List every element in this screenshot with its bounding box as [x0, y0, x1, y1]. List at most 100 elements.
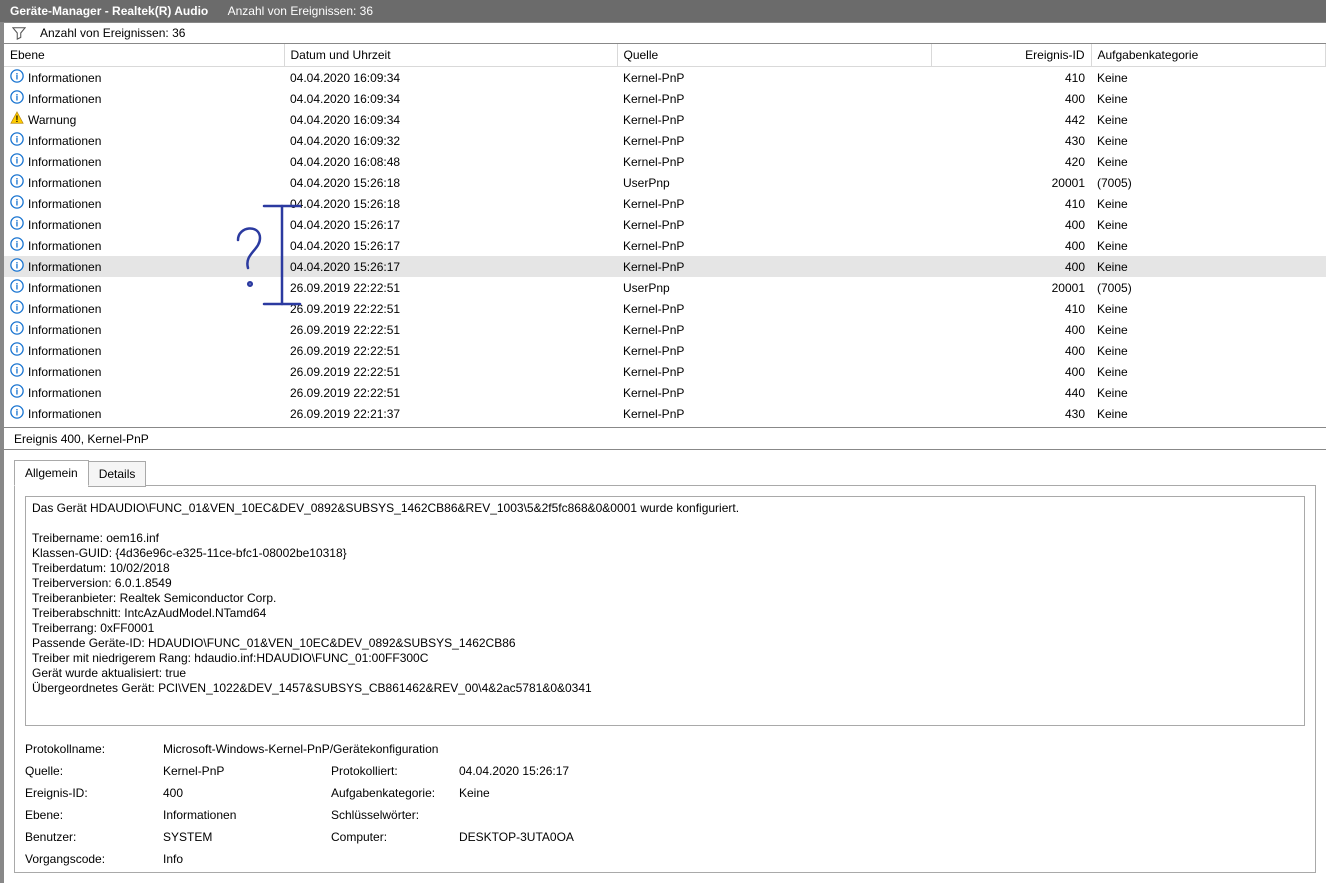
- col-header-level[interactable]: Ebene: [4, 44, 284, 67]
- cell-source: Kernel-PnP: [617, 319, 931, 340]
- cell-eventid: 400: [931, 88, 1091, 109]
- meta-eventid-value: 400: [163, 786, 323, 800]
- cell-source: Kernel-PnP: [617, 214, 931, 235]
- info-icon: i: [10, 216, 24, 233]
- info-icon: i: [10, 153, 24, 170]
- cell-category: Keine: [1091, 193, 1326, 214]
- info-icon: i: [10, 69, 24, 86]
- cell-source: Kernel-PnP: [617, 340, 931, 361]
- meta-keywords-value: [459, 808, 759, 822]
- svg-text:i: i: [16, 93, 19, 104]
- info-icon: i: [10, 321, 24, 338]
- tab-general[interactable]: Allgemein: [14, 460, 89, 486]
- meta-user-label: Benutzer:: [25, 830, 155, 844]
- cell-source: Kernel-PnP: [617, 109, 931, 130]
- cell-level: Informationen: [28, 323, 101, 337]
- meta-logged-label: Protokolliert:: [331, 764, 451, 778]
- cell-date: 26.09.2019 22:22:51: [284, 319, 617, 340]
- svg-text:i: i: [16, 219, 19, 230]
- table-row[interactable]: iInformationen04.04.2020 15:26:17Kernel-…: [4, 256, 1326, 277]
- table-row[interactable]: iInformationen26.09.2019 22:22:51Kernel-…: [4, 382, 1326, 403]
- grid-header-row[interactable]: Ebene Datum und Uhrzeit Quelle Ereignis-…: [4, 44, 1326, 67]
- info-icon: i: [10, 174, 24, 191]
- table-row[interactable]: iInformationen04.04.2020 15:26:18Kernel-…: [4, 193, 1326, 214]
- detail-tabs: Allgemein Details: [14, 460, 1316, 486]
- filter-icon[interactable]: [12, 26, 26, 40]
- cell-eventid: 400: [931, 361, 1091, 382]
- svg-text:i: i: [16, 303, 19, 314]
- svg-text:i: i: [16, 72, 19, 83]
- info-icon: i: [10, 195, 24, 212]
- cell-level: Informationen: [28, 407, 101, 421]
- cell-category: Keine: [1091, 340, 1326, 361]
- cell-date: 04.04.2020 16:09:34: [284, 67, 617, 89]
- col-header-source[interactable]: Quelle: [617, 44, 931, 67]
- cell-date: 04.04.2020 16:09:34: [284, 109, 617, 130]
- cell-level: Informationen: [28, 302, 101, 316]
- cell-eventid: 20001: [931, 172, 1091, 193]
- cell-source: Kernel-PnP: [617, 298, 931, 319]
- meta-logname-label: Protokollname:: [25, 742, 155, 756]
- cell-source: Kernel-PnP: [617, 88, 931, 109]
- tab-details[interactable]: Details: [88, 461, 147, 487]
- cell-level: Informationen: [28, 239, 101, 253]
- table-row[interactable]: iInformationen04.04.2020 15:26:17Kernel-…: [4, 235, 1326, 256]
- cell-source: Kernel-PnP: [617, 361, 931, 382]
- svg-text:i: i: [16, 240, 19, 251]
- info-icon: i: [10, 405, 24, 422]
- table-row[interactable]: iInformationen26.09.2019 22:22:51Kernel-…: [4, 298, 1326, 319]
- cell-level: Informationen: [28, 365, 101, 379]
- cell-level: Informationen: [28, 281, 101, 295]
- event-description[interactable]: Das Gerät HDAUDIO\FUNC_01&VEN_10EC&DEV_0…: [25, 496, 1305, 726]
- svg-text:i: i: [16, 177, 19, 188]
- cell-date: 26.09.2019 22:22:51: [284, 340, 617, 361]
- table-row[interactable]: iInformationen26.09.2019 22:22:51UserPnp…: [4, 277, 1326, 298]
- event-grid-wrap[interactable]: Ebene Datum und Uhrzeit Quelle Ereignis-…: [0, 44, 1326, 428]
- cell-date: 04.04.2020 15:26:17: [284, 214, 617, 235]
- cell-level: Informationen: [28, 344, 101, 358]
- table-row[interactable]: !Warnung04.04.2020 16:09:34Kernel-PnP442…: [4, 109, 1326, 130]
- info-icon: i: [10, 279, 24, 296]
- cell-category: (7005): [1091, 172, 1326, 193]
- event-grid[interactable]: Ebene Datum und Uhrzeit Quelle Ereignis-…: [4, 44, 1326, 424]
- cell-category: Keine: [1091, 151, 1326, 172]
- table-row[interactable]: iInformationen04.04.2020 16:09:34Kernel-…: [4, 88, 1326, 109]
- table-row[interactable]: iInformationen04.04.2020 15:26:18UserPnp…: [4, 172, 1326, 193]
- titlebar-event-count: Anzahl von Ereignissen: 36: [228, 4, 373, 18]
- svg-text:i: i: [16, 387, 19, 398]
- table-row[interactable]: iInformationen26.09.2019 22:22:51Kernel-…: [4, 361, 1326, 382]
- cell-category: Keine: [1091, 382, 1326, 403]
- col-header-date[interactable]: Datum und Uhrzeit: [284, 44, 617, 67]
- table-row[interactable]: iInformationen04.04.2020 16:09:32Kernel-…: [4, 130, 1326, 151]
- cell-level: Informationen: [28, 176, 101, 190]
- meta-keywords-label: Schlüsselwörter:: [331, 808, 451, 822]
- cell-source: Kernel-PnP: [617, 382, 931, 403]
- info-icon: i: [10, 258, 24, 275]
- filter-bar: Anzahl von Ereignissen: 36: [0, 22, 1326, 44]
- cell-category: (7005): [1091, 277, 1326, 298]
- cell-level: Informationen: [28, 134, 101, 148]
- table-row[interactable]: iInformationen04.04.2020 15:26:17Kernel-…: [4, 214, 1326, 235]
- cell-date: 04.04.2020 15:26:17: [284, 235, 617, 256]
- meta-category-value: Keine: [459, 786, 759, 800]
- cell-category: Keine: [1091, 130, 1326, 151]
- cell-category: Keine: [1091, 67, 1326, 89]
- col-header-eventid[interactable]: Ereignis-ID: [931, 44, 1091, 67]
- table-row[interactable]: iInformationen26.09.2019 22:22:51Kernel-…: [4, 340, 1326, 361]
- meta-computer-value: DESKTOP-3UTA0OA: [459, 830, 759, 844]
- table-row[interactable]: i Informationen 26.09.2019 22:22:51Kernel-…: [4, 319, 1326, 340]
- cell-level: Informationen: [28, 92, 101, 106]
- cell-category: Keine: [1091, 214, 1326, 235]
- info-icon: i: [10, 384, 24, 401]
- table-row[interactable]: iInformationen26.09.2019 22:21:37Kernel-…: [4, 403, 1326, 424]
- meta-level-label: Ebene:: [25, 808, 155, 822]
- table-row[interactable]: iInformationen04.04.2020 16:08:48Kernel-…: [4, 151, 1326, 172]
- cell-eventid: 430: [931, 403, 1091, 424]
- cell-category: Keine: [1091, 256, 1326, 277]
- meta-level-value: Informationen: [163, 808, 323, 822]
- table-row[interactable]: iInformationen04.04.2020 16:09:34Kernel-…: [4, 67, 1326, 89]
- info-icon: i: [10, 300, 24, 317]
- detail-title: Ereignis 400, Kernel-PnP: [0, 428, 1326, 450]
- titlebar: Geräte-Manager - Realtek(R) Audio Anzahl…: [0, 0, 1326, 22]
- col-header-category[interactable]: Aufgabenkategorie: [1091, 44, 1326, 67]
